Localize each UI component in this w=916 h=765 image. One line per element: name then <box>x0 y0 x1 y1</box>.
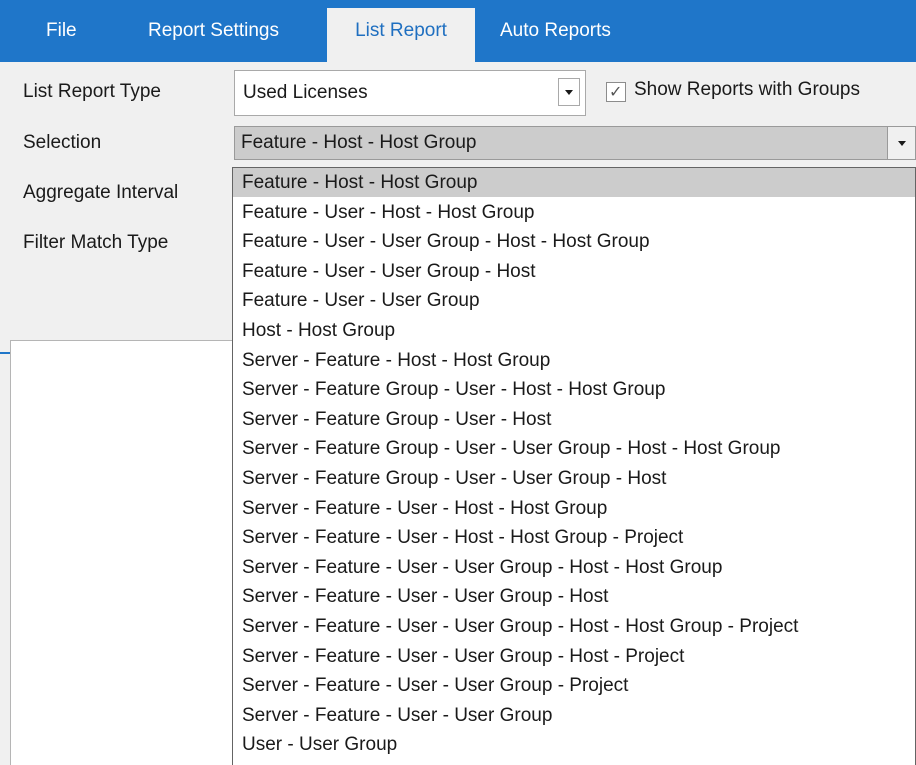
dropdown-option[interactable]: Server - Feature - User - User Group - P… <box>233 671 915 700</box>
tab-report-settings[interactable]: Report Settings <box>148 0 279 62</box>
checkmark-icon: ✓ <box>609 82 623 101</box>
dropdown-option[interactable]: Host - Host Group <box>233 316 915 345</box>
selection-combobox[interactable]: Feature - Host - Host Group <box>234 126 916 160</box>
list-report-type-value: Used Licenses <box>243 82 368 103</box>
chevron-down-icon <box>897 141 906 146</box>
dropdown-option[interactable]: Server - Feature Group - User - Host - H… <box>233 375 915 404</box>
show-groups-label[interactable]: Show Reports with Groups <box>634 79 860 101</box>
dropdown-option[interactable]: Server - Feature - User - User Group - H… <box>233 612 915 641</box>
report-list-box[interactable] <box>10 340 240 765</box>
dropdown-option[interactable]: Server - Feature - User - User Group <box>233 701 915 730</box>
dropdown-option[interactable]: Server - Feature - User - Host - Host Gr… <box>233 523 915 552</box>
dropdown-option[interactable]: Server - Feature - User - User Group - H… <box>233 553 915 582</box>
dropdown-option[interactable]: Feature - User - Host - Host Group <box>233 198 915 227</box>
dropdown-option[interactable]: Feature - Host - Host Group <box>233 168 915 197</box>
dropdown-option[interactable]: User - User Group <box>233 730 915 759</box>
ribbon-tab-bar: File Report Settings List Report Auto Re… <box>0 0 916 62</box>
list-report-type-combobox[interactable]: Used Licenses <box>234 70 586 116</box>
selection-label: Selection <box>23 132 102 153</box>
chevron-down-icon <box>565 90 573 95</box>
tab-file[interactable]: File <box>46 0 77 62</box>
filter-match-type-label: Filter Match Type <box>23 232 169 253</box>
tab-auto-reports[interactable]: Auto Reports <box>500 0 611 62</box>
selection-dropdown-button[interactable] <box>887 126 916 160</box>
show-groups-checkbox[interactable]: ✓ <box>606 82 626 102</box>
dropdown-option[interactable]: Server - Feature - User - User Group - H… <box>233 582 915 611</box>
list-report-type-label: List Report Type <box>23 81 162 102</box>
dropdown-option[interactable]: Feature - User - User Group - Host <box>233 257 915 286</box>
selection-value: Feature - Host - Host Group <box>241 132 477 153</box>
list-report-type-dropdown-button[interactable] <box>558 78 580 106</box>
dropdown-option[interactable]: Server - Feature - User - User Group - H… <box>233 642 915 671</box>
dropdown-option[interactable]: Feature - User - User Group - Host - Hos… <box>233 227 915 256</box>
dropdown-option[interactable]: Server - Feature Group - User - User Gro… <box>233 434 915 463</box>
dropdown-option[interactable]: Feature - User - User Group <box>233 286 915 315</box>
dropdown-option[interactable]: Server - Feature Group - User - Host <box>233 405 915 434</box>
dropdown-option[interactable]: Server - Feature Group - User - User Gro… <box>233 464 915 493</box>
aggregate-interval-label: Aggregate Interval <box>23 182 179 203</box>
dropdown-option[interactable]: Server - Feature - User - Host - Host Gr… <box>233 494 915 523</box>
selection-dropdown-list[interactable]: Feature - Host - Host Group Feature - Use… <box>232 167 916 765</box>
dropdown-option[interactable]: Server - Feature - Host - Host Group <box>233 346 915 375</box>
tab-list-report[interactable]: List Report <box>327 8 475 62</box>
